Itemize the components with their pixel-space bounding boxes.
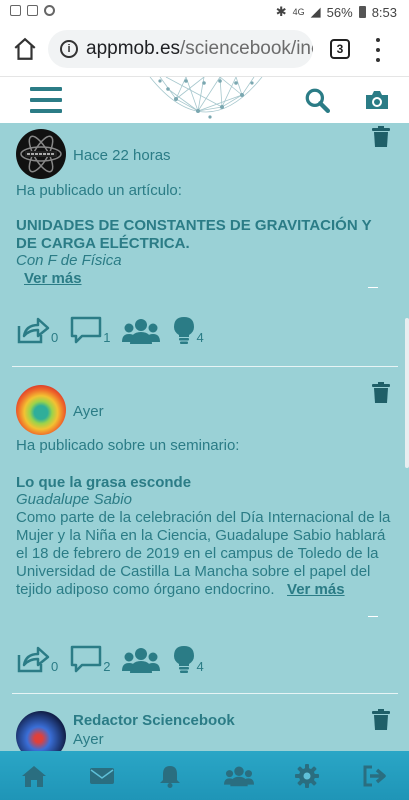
nav-home[interactable] (14, 756, 54, 796)
address-bar[interactable]: i appmob.es/sciencebook/inc (48, 30, 313, 68)
avatar[interactable] (16, 129, 66, 179)
browser-toolbar: i appmob.es/sciencebook/inc 3 (0, 24, 409, 77)
bluetooth-icon: ✱ (275, 4, 287, 19)
network-globe-logo (149, 77, 263, 119)
bottom-navigation (0, 751, 409, 800)
trash-icon[interactable] (372, 382, 390, 404)
status-bar: ✱ 4G ◢ 56% 8:53 (0, 0, 409, 24)
group-button[interactable] (122, 318, 161, 344)
share-count: 0 (51, 659, 59, 674)
more-menu-icon[interactable] (374, 38, 382, 62)
post-author[interactable]: Redactor Sciencebook (73, 712, 235, 729)
hamburger-menu-icon[interactable] (30, 87, 62, 113)
signal-icon: ◢ (310, 4, 321, 19)
share-icon (17, 646, 50, 673)
atom-icon (20, 135, 62, 173)
post-divider (12, 693, 398, 694)
post-intro: Ha publicado un artículo: (16, 182, 182, 199)
post-actions: 0 2 4 (16, 645, 216, 673)
battery-icon (358, 6, 366, 18)
trash-icon[interactable] (372, 709, 390, 731)
nav-settings[interactable] (287, 756, 327, 796)
gear-icon (294, 763, 319, 788)
nav-groups[interactable] (219, 756, 259, 796)
network-label: 4G (292, 7, 305, 17)
read-more-link[interactable]: Ver más (287, 581, 345, 598)
post-time: Ayer (73, 731, 104, 748)
share-count: 0 (51, 330, 59, 345)
info-icon[interactable]: i (60, 40, 78, 58)
nav-logout[interactable] (355, 756, 395, 796)
logout-icon (363, 765, 386, 786)
url-path: /sciencebook/inc (180, 38, 313, 59)
notification-icon (27, 5, 38, 16)
battery-percent: 56% (326, 4, 353, 20)
divider-mark (368, 616, 378, 617)
users-icon (223, 766, 254, 786)
tab-switcher-button[interactable]: 3 (330, 39, 350, 59)
idea-count: 4 (196, 659, 204, 674)
scrollbar[interactable] (405, 318, 409, 468)
lightbulb-icon (174, 646, 195, 673)
share-icon (17, 317, 50, 344)
notification-icon (10, 5, 21, 16)
nav-notifications[interactable] (150, 756, 190, 796)
mail-icon (90, 767, 115, 784)
post-time: Hace 22 horas (73, 147, 171, 164)
comment-button[interactable]: 1 (70, 316, 110, 344)
share-button[interactable]: 0 (16, 316, 58, 344)
share-button[interactable]: 0 (16, 645, 58, 673)
idea-button[interactable]: 4 (173, 645, 204, 674)
post-title[interactable]: UNIDADES DE CONSTANTES DE GRAVITACIÓN Y … (16, 217, 396, 253)
url-text[interactable]: appmob.es/sciencebook/inc (86, 38, 313, 60)
avatar[interactable] (16, 385, 66, 435)
app-header (0, 77, 409, 123)
home-icon (22, 765, 47, 787)
comment-count: 2 (103, 659, 111, 674)
comment-count: 1 (103, 330, 111, 345)
url-host: appmob.es (86, 38, 181, 59)
group-button[interactable] (122, 647, 161, 673)
camera-icon[interactable] (364, 88, 390, 112)
comment-icon (70, 316, 102, 344)
bell-icon (160, 765, 181, 788)
comment-button[interactable]: 2 (70, 645, 110, 673)
notification-icon (44, 5, 55, 16)
home-icon[interactable] (12, 36, 38, 62)
trash-icon[interactable] (372, 126, 390, 148)
search-icon[interactable] (304, 87, 330, 113)
users-icon (122, 648, 161, 673)
read-more-link[interactable]: Ver más (24, 270, 82, 287)
nav-messages[interactable] (82, 756, 122, 796)
post-body: Como parte de la celebración del Día Int… (16, 509, 391, 599)
divider-mark (368, 287, 378, 288)
idea-button[interactable]: 4 (173, 316, 204, 345)
users-icon (122, 319, 161, 344)
post-time: Ayer (73, 403, 104, 420)
post-title[interactable]: Lo que la grasa esconde (16, 474, 396, 492)
idea-count: 4 (196, 330, 204, 345)
comment-icon (70, 645, 102, 673)
clock: 8:53 (371, 4, 397, 20)
lightbulb-icon (174, 317, 195, 344)
post-divider (12, 366, 398, 367)
post-subtitle: Con F de Física (16, 252, 122, 269)
post-intro: Ha publicado sobre un seminario: (16, 437, 240, 454)
post-subtitle: Guadalupe Sabio (16, 491, 132, 508)
post-actions: 0 1 4 (16, 316, 216, 344)
